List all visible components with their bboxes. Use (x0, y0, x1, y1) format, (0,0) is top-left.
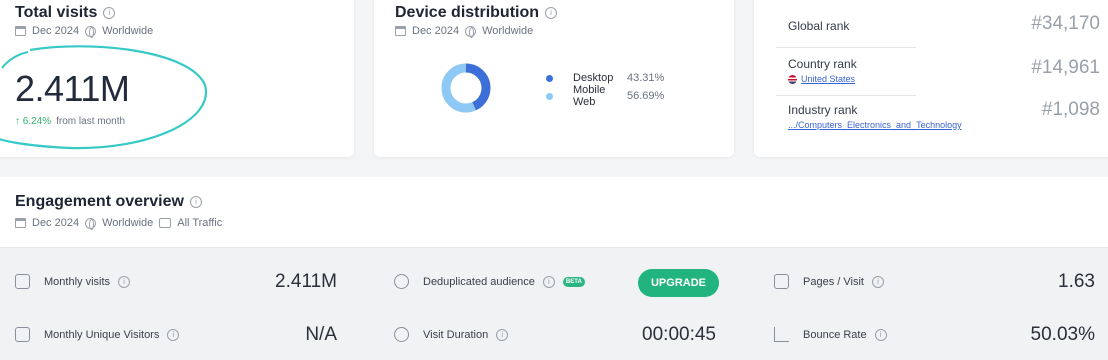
engagement-overview-header: Engagement overview i Dec 2024 Worldwide… (0, 177, 1108, 247)
info-icon[interactable]: i (496, 328, 509, 341)
calendar-icon (15, 218, 26, 228)
engagement-meta: Dec 2024 Worldwide All Traffic (15, 217, 223, 230)
total-visits-title: Total visits (15, 4, 98, 21)
metric-visit-duration: Visit Duration i (394, 327, 509, 342)
country-name[interactable]: United States (801, 74, 855, 84)
global-rank-label: Global rank (788, 19, 850, 33)
calendar-icon (395, 26, 406, 36)
global-rank-value: #34,170 (1031, 13, 1100, 34)
bounce-chart-icon (774, 327, 789, 342)
device-meta: Dec 2024 Worldwide (395, 25, 557, 38)
legend-value: 43.31% (627, 72, 665, 84)
monthly-visits-value: 2.411M (275, 271, 337, 292)
calendar-icon (15, 274, 30, 289)
metric-monthly-visits: Monthly visits i (15, 274, 131, 289)
legend-label: Desktop (573, 72, 614, 84)
bounce-rate-value: 50.03% (1030, 324, 1095, 345)
metric-bounce-rate: Bounce Rate i (774, 327, 887, 342)
country-rank-row: Country rank United States #14,961 (788, 57, 1100, 87)
legend-value: 56.69% (627, 90, 665, 102)
pages-icon (774, 274, 789, 289)
device-legend: Desktop 43.31% Mobile Web 56.69% (546, 69, 665, 108)
traffic-label: All Traffic (177, 217, 223, 229)
engagement-metrics (0, 247, 1108, 360)
upgrade-button[interactable]: UPGRADE (638, 269, 719, 297)
date-label: Dec 2024 (412, 25, 460, 37)
info-icon[interactable]: i (545, 7, 558, 19)
region-label: Worldwide (482, 25, 534, 37)
date-label: Dec 2024 (32, 25, 80, 37)
metric-unique-visitors: Monthly Unique Visitors i (15, 327, 180, 342)
globe-icon (85, 217, 97, 230)
device-donut-chart (441, 63, 491, 113)
mobile-dot-icon (546, 92, 553, 100)
metric-label: Bounce Rate (803, 328, 867, 341)
change-label: from last month (56, 116, 126, 127)
metric-label: Monthly visits (44, 275, 111, 288)
industry-link[interactable]: .../Computers_Electronics_and_Technology (788, 120, 1100, 130)
beta-badge: BETA (562, 276, 585, 287)
divider (776, 47, 916, 48)
rank-card: Global rank #34,170 Country rank United … (754, 0, 1108, 157)
legend-item-mobile-web[interactable]: Mobile Web 56.69% (546, 84, 665, 108)
engagement-title: Engagement overview (15, 193, 184, 210)
traffic-icon (159, 218, 172, 228)
total-visits-value: 2.411M (15, 68, 130, 109)
metric-label: Visit Duration (423, 328, 489, 341)
date-label: Dec 2024 (32, 217, 80, 229)
info-icon[interactable]: i (871, 275, 884, 288)
total-visits-title-row: Total visits i (15, 4, 153, 22)
info-icon[interactable]: i (118, 275, 131, 288)
info-icon[interactable]: i (874, 328, 887, 341)
country-rank-value: #14,961 (1031, 57, 1100, 78)
metric-label: Monthly Unique Visitors (44, 328, 160, 341)
engagement-title-row: Engagement overview i (15, 193, 222, 211)
global-rank-row: Global rank #34,170 (788, 13, 1100, 39)
metric-dedup-audience: Deduplicated audience i BETA (394, 274, 585, 289)
stopwatch-icon (394, 327, 409, 342)
device-distribution-card: Device distribution i Dec 2024 Worldwide… (374, 0, 734, 157)
metric-label: Pages / Visit (803, 275, 864, 288)
region-label: Worldwide (102, 25, 154, 37)
globe-icon (465, 25, 477, 38)
industry-rank-value: #1,098 (1041, 99, 1100, 120)
calendar-icon (15, 26, 26, 36)
device-title-row: Device distribution i (395, 4, 558, 22)
visit-duration-value: 00:00:45 (642, 324, 716, 345)
people-icon (394, 274, 409, 289)
info-icon[interactable]: i (542, 275, 555, 288)
globe-icon (85, 25, 97, 38)
info-icon[interactable]: i (103, 7, 116, 19)
total-visits-meta: Dec 2024 Worldwide (15, 25, 154, 38)
change-value: ↑ 6.24% (15, 116, 52, 127)
visits-change: ↑ 6.24% from last month (15, 116, 125, 127)
info-icon[interactable]: i (189, 196, 202, 208)
person-card-icon (15, 327, 30, 342)
legend-label: Mobile Web (573, 84, 606, 108)
total-visits-card: Total visits i Dec 2024 Worldwide 2.411M… (0, 0, 354, 157)
pages-per-visit-value: 1.63 (1058, 271, 1095, 292)
industry-rank-row: Industry rank .../Computers_Electronics_… (788, 99, 1100, 133)
metric-pages-per-visit: Pages / Visit i (774, 274, 884, 289)
region-label: Worldwide (102, 217, 154, 229)
info-icon[interactable]: i (167, 328, 180, 341)
metric-label: Deduplicated audience (423, 275, 535, 288)
us-flag-icon (788, 74, 797, 84)
divider (776, 95, 916, 96)
device-distribution-title: Device distribution (395, 4, 540, 21)
desktop-dot-icon (546, 74, 553, 82)
unique-visitors-value: N/A (305, 324, 337, 345)
